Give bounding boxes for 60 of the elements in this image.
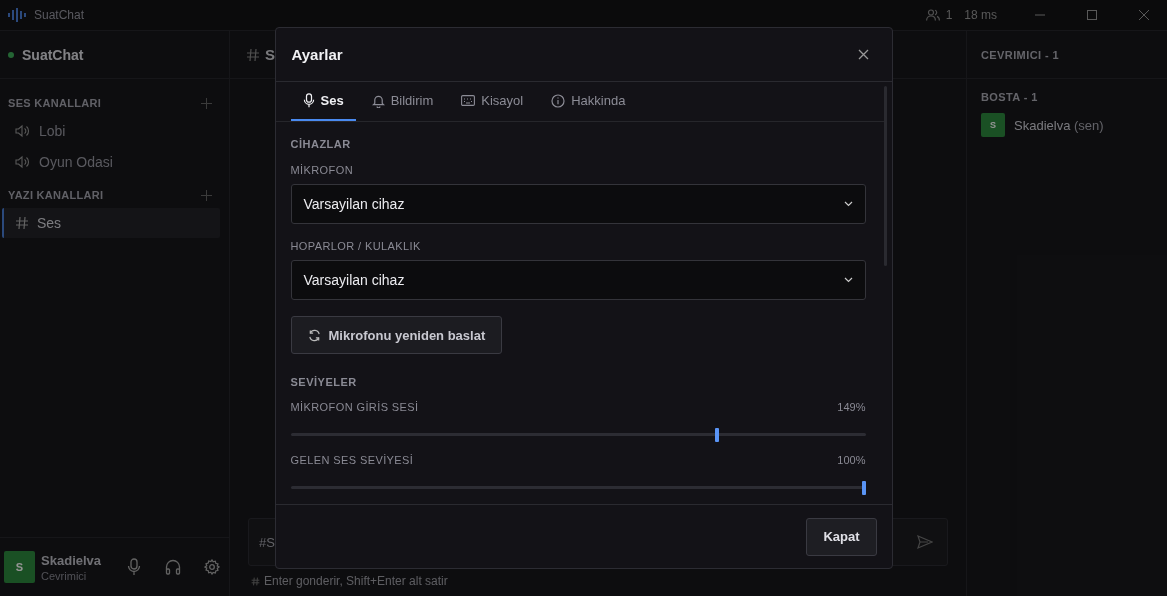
slider-thumb[interactable]: [715, 428, 720, 442]
user-avatar: S: [4, 551, 36, 583]
composer-hint: Enter gonderir, Shift+Enter alt satir: [264, 574, 448, 588]
maximize-icon: [1086, 9, 1098, 21]
bell-icon: [371, 93, 385, 108]
close-icon: [858, 49, 869, 60]
add-icon[interactable]: [201, 189, 212, 201]
slider-reading: 100%: [837, 454, 866, 468]
online-count: 1: [945, 8, 953, 22]
add-icon[interactable]: [201, 97, 212, 109]
ping-text: 18 ms: [964, 8, 997, 22]
settings-tab[interactable]: Bildirim: [359, 82, 446, 121]
hash-icon: [246, 47, 260, 62]
device-select[interactable]: Varsayilan cihaz: [290, 260, 866, 300]
microphone-icon: [126, 558, 141, 576]
hash-icon: [251, 576, 260, 586]
section-title: SEVİYELER: [290, 376, 358, 388]
field-label: MİKROFON: [290, 164, 354, 176]
group-title: BOSTA - 1: [981, 91, 1039, 103]
settings-tab[interactable]: Hakkinda: [539, 82, 638, 121]
channel-item[interactable]: Ses: [2, 208, 220, 238]
settings-icon: [204, 559, 221, 575]
channel-title: S: [265, 46, 275, 63]
info-icon: [551, 93, 566, 108]
settings-tab[interactable]: Ses: [290, 82, 356, 121]
keyboard-icon: [461, 95, 476, 106]
section-title: YAZI KANALLARI: [8, 189, 104, 201]
user-status: Cevrimici: [41, 569, 88, 582]
member-item[interactable]: S Skadielva (sen): [981, 113, 1153, 137]
user-name: Skadielva: [41, 552, 103, 568]
device-select[interactable]: Varsayilan cihaz: [290, 184, 866, 224]
speaker-icon: [15, 124, 31, 138]
restart-microphone-button[interactable]: Mikrofonu yeniden baslat: [290, 316, 503, 354]
microphone-icon: [302, 93, 315, 108]
volume-slider[interactable]: [290, 481, 866, 495]
field-label: HOPARLOR / KULAKLIK: [290, 240, 422, 252]
section-title: CİHAZLAR: [290, 138, 352, 150]
server-name: SuatChat: [22, 46, 84, 63]
speaker-icon: [15, 155, 31, 169]
slider-reading: 149%: [837, 401, 866, 415]
section-title: SES KANALLARI: [8, 97, 102, 109]
members-header: CEVRIMICI - 1: [981, 48, 1059, 61]
app-name: SuatChat: [34, 8, 85, 22]
online-dot-icon: [8, 51, 14, 58]
slider-label: MİKROFON GİRİS SESİ: [290, 401, 419, 413]
volume-slider[interactable]: [290, 428, 866, 442]
users-icon: [925, 9, 940, 21]
chevron-down-icon: [843, 201, 853, 207]
slider-label: GELEN SES SEVİYESİ: [290, 454, 414, 466]
slider-thumb[interactable]: [861, 481, 866, 495]
send-icon[interactable]: [917, 534, 933, 550]
hash-icon: [15, 216, 29, 230]
close-dialog-button[interactable]: Kapat: [806, 517, 877, 556]
close-icon: [1138, 9, 1150, 21]
chevron-down-icon: [843, 277, 853, 283]
headphones-icon: [164, 559, 181, 575]
refresh-icon: [307, 328, 321, 342]
settings-tab[interactable]: Kisayol: [449, 82, 536, 121]
logo-icon: [8, 8, 26, 22]
dialog-title: Ayarlar: [291, 46, 343, 63]
